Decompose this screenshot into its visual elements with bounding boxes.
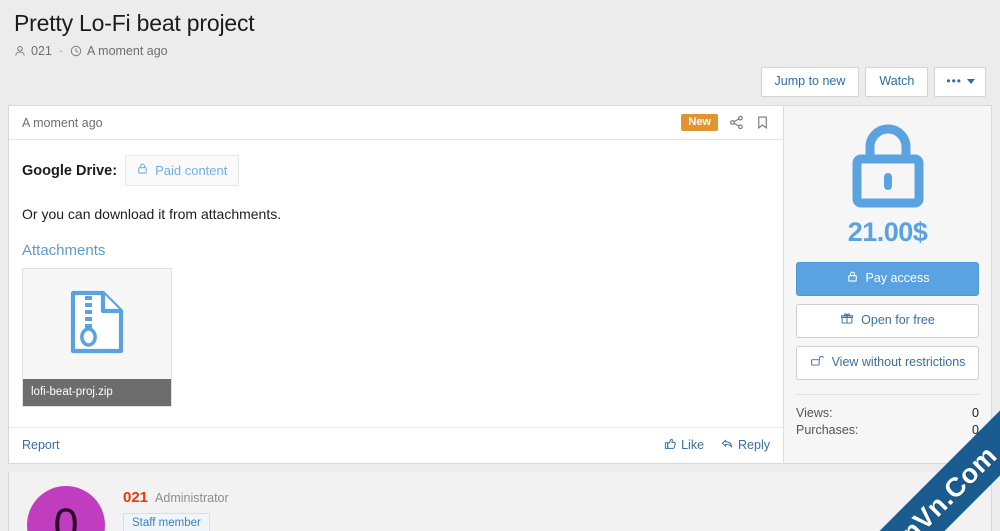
thread-time: A moment ago [87,43,168,58]
page-header: Pretty Lo-Fi beat project 021 · A moment… [0,0,1000,58]
thread-author[interactable]: 021 [31,44,52,58]
user-signature-block: 0 021 Administrator Staff member Message… [8,472,992,531]
page-root: Pretty Lo-Fi beat project 021 · A moment… [0,0,1000,531]
paid-content-button[interactable]: Paid content [125,155,240,187]
attachment-filename: lofi-beat-proj.zip [23,379,171,407]
signature-username[interactable]: 021 [123,489,148,506]
post-footer: Report Like Reply [9,427,783,463]
google-drive-label: Google Drive: [22,162,118,179]
view-without-restrictions-label: View without restrictions [831,355,966,370]
like-button[interactable]: Like [664,437,704,453]
gift-icon [840,312,854,329]
toolbar-button-group: Jump to new Watch ••• [755,66,986,98]
reply-button[interactable]: Reply [720,437,770,453]
attachments-heading: Attachments [22,242,106,260]
attachment-card[interactable]: lofi-beat-proj.zip [22,268,172,408]
unlock-icon [810,354,825,371]
post-container: A moment ago New Google Drive: Paid cont… [8,105,992,465]
post-footer-actions: Like Reply [664,437,770,453]
signature-name-row: 021 Administrator [123,489,394,506]
purchase-sidebar: 21.00$ Pay access Open for free View wit… [783,106,991,464]
post-body: Google Drive: Paid content Or you can do… [9,140,783,411]
open-for-free-button[interactable]: Open for free [796,304,979,339]
signature-info: 021 Administrator Staff member Messages:… [123,486,394,531]
more-dots-icon: ••• [946,73,962,88]
paid-content-label: Paid content [155,162,228,178]
lock-icon [136,162,149,178]
views-value: 0 [972,406,979,421]
like-label: Like [681,438,705,453]
report-link[interactable]: Report [22,438,60,452]
chevron-down-icon [967,78,975,84]
thread-meta: 021 · A moment ago [14,44,986,58]
views-label: Views: [796,406,833,421]
google-drive-row: Google Drive: Paid content [22,155,770,187]
post-header-actions: New [681,114,770,132]
open-for-free-label: Open for free [861,313,935,328]
thumbs-up-icon [664,437,677,453]
post-column: A moment ago New Google Drive: Paid cont… [9,106,783,463]
signature-user-title: Administrator [155,491,229,506]
jump-to-new-button[interactable]: Jump to new [760,66,860,98]
thread-toolbar: Jump to new Watch ••• [0,58,1000,106]
lock-icon [846,270,859,287]
avatar[interactable]: 0 [27,486,105,531]
new-badge: New [681,114,718,132]
price-label: 21.00$ [847,217,928,248]
clock-icon [70,45,82,57]
padlock-icon-wrapper [796,122,979,215]
post-timestamp: A moment ago [22,115,103,130]
view-without-restrictions-button[interactable]: View without restrictions [796,346,979,381]
share-icon[interactable] [729,115,744,130]
pay-access-button[interactable]: Pay access [796,262,979,297]
purchase-stats: Views: 0 Purchases: 0 [796,394,979,437]
page-title: Pretty Lo-Fi beat project [14,10,255,36]
zip-file-icon [68,289,126,360]
reply-arrow-icon [720,437,734,453]
purchases-label: Purchases: [796,423,859,438]
reply-label: Reply [738,438,770,453]
staff-member-badge: Staff member [123,513,210,531]
bookmark-icon[interactable] [755,115,770,130]
watch-button[interactable]: Watch [865,66,929,98]
user-icon [14,45,26,57]
attachment-thumbnail [23,269,171,380]
more-options-button[interactable]: ••• [934,66,986,98]
stat-row-views: Views: 0 [796,406,979,420]
stat-row-purchases: Purchases: 0 [796,423,979,437]
meta-separator: · [58,43,64,58]
pay-access-label: Pay access [865,271,930,286]
download-instruction-text: Or you can download it from attachments. [22,206,282,223]
padlock-icon [847,122,929,215]
post-header: A moment ago New [9,106,783,141]
